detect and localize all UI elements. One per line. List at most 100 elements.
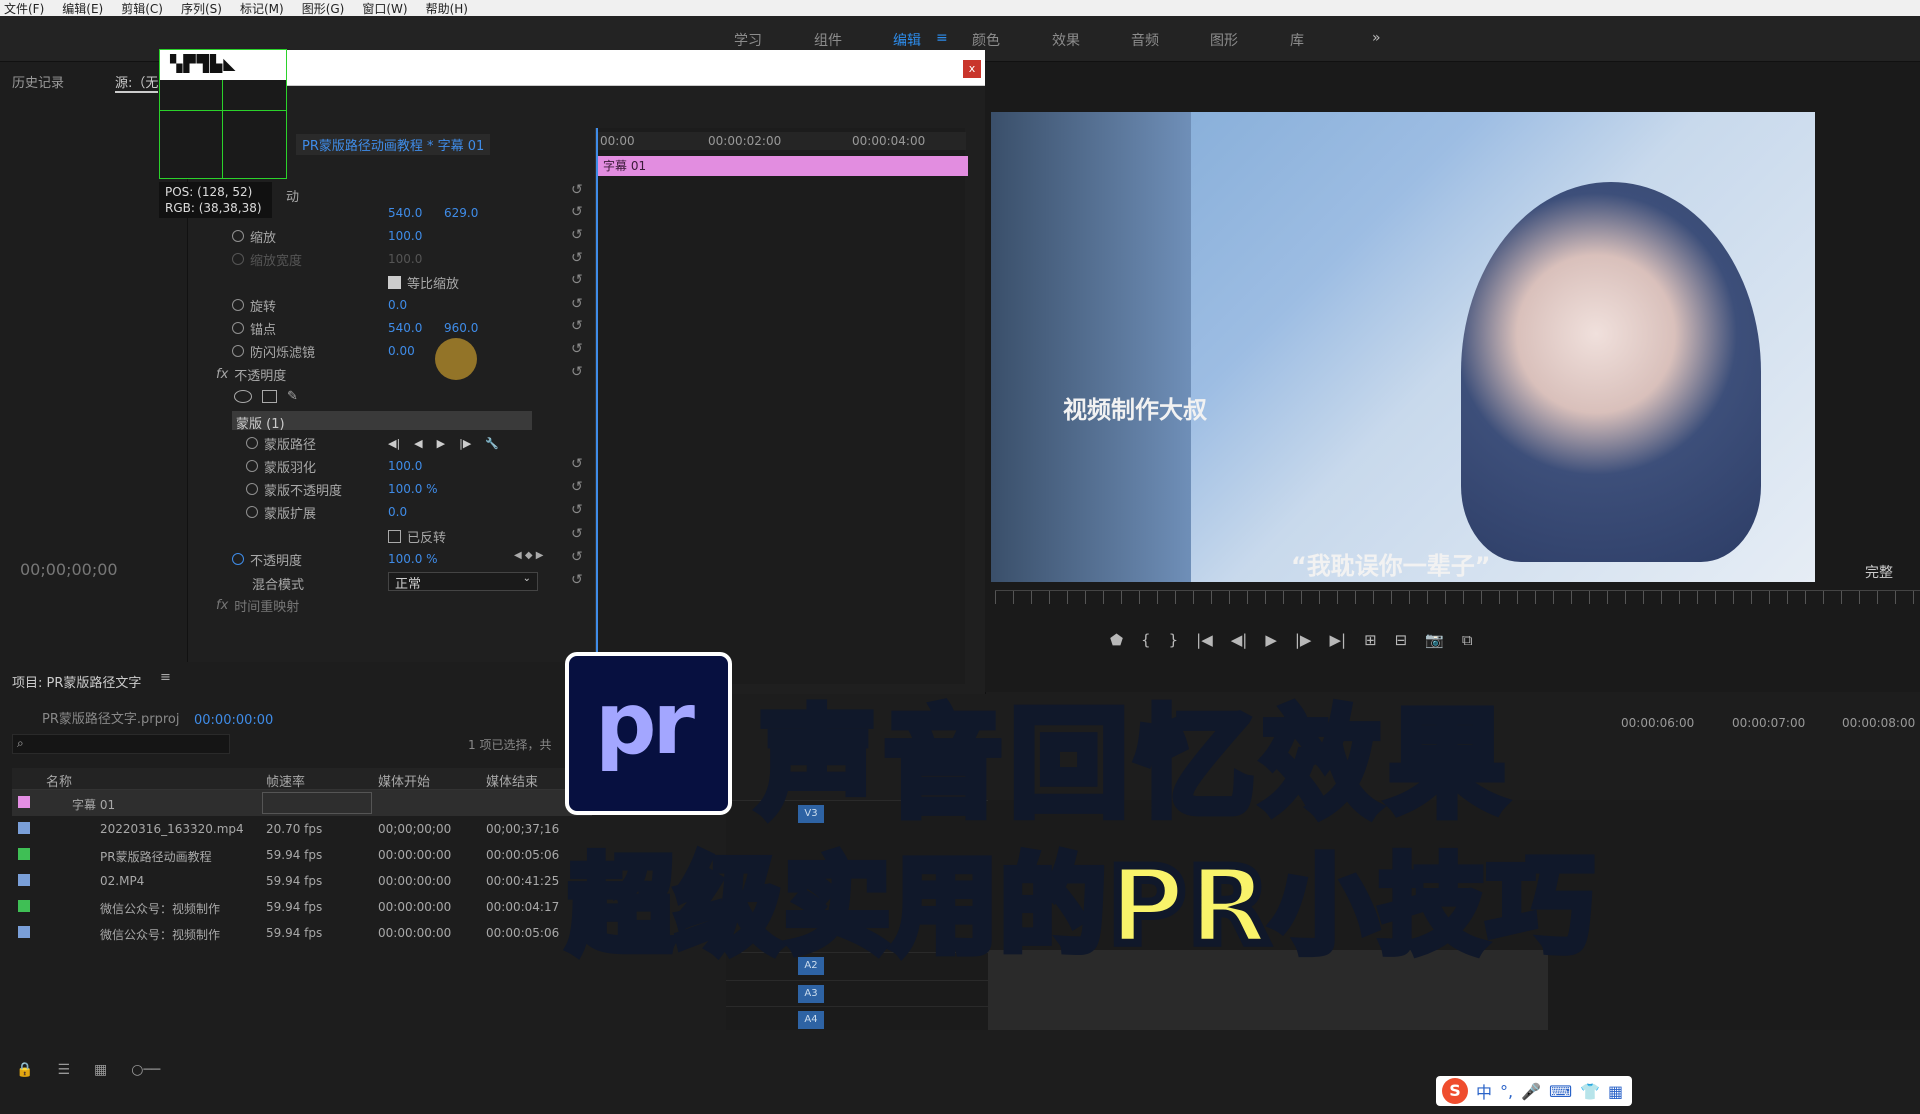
rectangle-mask-icon[interactable] bbox=[262, 389, 277, 403]
rotation-value[interactable]: 0.0 bbox=[388, 298, 407, 312]
reset-icon[interactable]: ↺ bbox=[571, 341, 583, 357]
mark-out-icon[interactable]: } bbox=[1169, 631, 1179, 649]
list-view-icon[interactable]: ☰ bbox=[57, 1062, 70, 1086]
col-start[interactable]: 媒体开始 bbox=[378, 771, 430, 790]
clip-bar[interactable]: 字幕 01 bbox=[598, 156, 968, 176]
menu-window[interactable]: 窗口(W) bbox=[362, 0, 407, 17]
stopwatch-icon[interactable] bbox=[246, 506, 258, 518]
stopwatch-icon[interactable] bbox=[232, 345, 244, 357]
menu-graphics[interactable]: 图形(G) bbox=[302, 0, 345, 17]
reset-icon[interactable]: ↺ bbox=[571, 204, 583, 220]
panel-menu-icon[interactable]: ≡ bbox=[160, 670, 171, 685]
toolbox-icon[interactable]: ▦ bbox=[1608, 1082, 1623, 1101]
step-back-icon[interactable]: ◀| bbox=[1231, 631, 1248, 649]
play-icon[interactable]: ▶ bbox=[1265, 631, 1277, 649]
sequence-label[interactable]: PR蒙版路径动画教程 * 字幕 01 bbox=[296, 134, 491, 155]
go-to-out-icon[interactable]: ▶| bbox=[1329, 631, 1346, 649]
stopwatch-icon[interactable] bbox=[246, 483, 258, 495]
col-end[interactable]: 媒体结束 bbox=[486, 771, 538, 790]
blend-mode-select[interactable]: 正常 ⌄ bbox=[388, 572, 538, 592]
program-ruler[interactable] bbox=[995, 590, 1920, 604]
project-tab[interactable]: 项目: PR蒙版路径文字 bbox=[12, 672, 141, 691]
inverted-checkbox[interactable] bbox=[388, 529, 401, 543]
workspace-more-icon[interactable]: » bbox=[1372, 30, 1381, 46]
video-frame[interactable]: 视频制作大叔 “我耽误你一辈子” bbox=[991, 112, 1815, 582]
workspace-libraries[interactable]: 库 bbox=[1290, 30, 1304, 50]
microphone-icon[interactable]: 🎤 bbox=[1521, 1082, 1541, 1101]
track-a3[interactable]: A3 bbox=[726, 980, 988, 1006]
table-row[interactable]: 微信公众号：视频制作 59.94 fps 00:00:00:00 00:00:0… bbox=[12, 920, 592, 946]
workspace-learn[interactable]: 学习 bbox=[734, 30, 762, 50]
playhead[interactable] bbox=[596, 128, 598, 684]
icon-view-icon[interactable]: ▦ bbox=[94, 1062, 107, 1086]
opacity-value[interactable]: 100.0 % bbox=[388, 552, 438, 566]
table-row[interactable]: 20220316_163320.mp4 20.70 fps 00;00;00;0… bbox=[12, 816, 592, 842]
history-tab[interactable]: 历史记录 bbox=[12, 72, 64, 91]
workspace-menu-icon[interactable]: ≡ bbox=[936, 30, 948, 46]
workspace-assembly[interactable]: 组件 bbox=[814, 30, 842, 50]
menu-edit[interactable]: 编辑(E) bbox=[62, 0, 103, 17]
track-forward-one-icon[interactable]: ▶ bbox=[437, 437, 445, 450]
workspace-effects[interactable]: 效果 bbox=[1052, 30, 1080, 50]
uniform-scale-checkbox[interactable] bbox=[388, 275, 401, 289]
zoom-slider-icon[interactable]: ○── bbox=[131, 1062, 160, 1086]
menu-file[interactable]: 文件(F) bbox=[4, 0, 44, 17]
stopwatch-icon[interactable] bbox=[246, 437, 258, 449]
anchor-x[interactable]: 540.0 bbox=[388, 321, 422, 335]
mask-opacity-value[interactable]: 100.0 % bbox=[388, 482, 438, 496]
ime-language[interactable]: 中 bbox=[1476, 1079, 1492, 1103]
workspace-graphics[interactable]: 图形 bbox=[1210, 30, 1238, 50]
reset-icon[interactable]: ↺ bbox=[571, 479, 583, 495]
reset-icon[interactable]: ↺ bbox=[571, 526, 583, 542]
punctuation-icon[interactable]: °, bbox=[1500, 1082, 1513, 1101]
reset-icon[interactable]: ↺ bbox=[571, 456, 583, 472]
reset-icon[interactable]: ↺ bbox=[571, 502, 583, 518]
mini-ruler[interactable]: 00:00 00:00:02:00 00:00:04:00 bbox=[596, 132, 966, 150]
menu-sequence[interactable]: 序列(S) bbox=[181, 0, 222, 17]
search-input[interactable]: ⌕ bbox=[12, 734, 230, 754]
reset-icon[interactable]: ↺ bbox=[571, 318, 583, 334]
lock-icon[interactable]: 🔒 bbox=[16, 1062, 33, 1086]
workspace-color[interactable]: 颜色 bbox=[972, 30, 1000, 50]
table-row[interactable]: PR蒙版路径动画教程 59.94 fps 00:00:00:00 00:00:0… bbox=[12, 842, 592, 868]
camera-icon[interactable]: 📷 bbox=[1425, 631, 1444, 649]
track-a4[interactable]: A4 bbox=[726, 1006, 988, 1032]
flicker-value[interactable]: 0.00 bbox=[388, 344, 415, 358]
reset-icon[interactable]: ↺ bbox=[571, 549, 583, 565]
close-icon[interactable]: x bbox=[963, 60, 981, 78]
fps-field[interactable] bbox=[262, 792, 372, 814]
menu-clip[interactable]: 剪辑(C) bbox=[121, 0, 163, 17]
sogou-icon[interactable]: S bbox=[1442, 1078, 1468, 1104]
fit-select[interactable]: 完整 bbox=[1865, 562, 1893, 582]
ellipse-mask-icon[interactable] bbox=[234, 389, 252, 403]
col-fps[interactable]: 帧速率 bbox=[266, 771, 305, 790]
workspace-audio[interactable]: 音频 bbox=[1131, 30, 1159, 50]
position-y[interactable]: 629.0 bbox=[444, 206, 478, 220]
stopwatch-icon[interactable] bbox=[232, 322, 244, 334]
workspace-editing[interactable]: 编辑 bbox=[893, 30, 921, 50]
reset-icon[interactable]: ↺ bbox=[571, 227, 583, 243]
lift-icon[interactable]: ⊞ bbox=[1364, 631, 1377, 649]
track-backward-icon[interactable]: ◀| bbox=[388, 437, 400, 450]
step-forward-icon[interactable]: |▶ bbox=[1295, 631, 1312, 649]
table-row[interactable]: 字幕 01 bbox=[12, 790, 592, 816]
table-row[interactable]: 微信公众号：视频制作 59.94 fps 00:00:00:00 00:00:0… bbox=[12, 894, 592, 920]
mask-feather-value[interactable]: 100.0 bbox=[388, 459, 422, 473]
go-to-in-icon[interactable]: |◀ bbox=[1196, 631, 1213, 649]
keyboard-icon[interactable]: ⌨ bbox=[1549, 1082, 1572, 1101]
stopwatch-icon[interactable] bbox=[246, 460, 258, 472]
extract-icon[interactable]: ⊟ bbox=[1395, 631, 1408, 649]
reset-icon[interactable]: ↺ bbox=[571, 296, 583, 312]
scale-value[interactable]: 100.0 bbox=[388, 229, 422, 243]
menu-help[interactable]: 帮助(H) bbox=[426, 0, 468, 17]
keyframe-nav-icon[interactable]: ◀ ◆ ▶ bbox=[514, 550, 543, 561]
stopwatch-icon[interactable] bbox=[232, 230, 244, 242]
position-x[interactable]: 540.0 bbox=[388, 206, 422, 220]
stopwatch-icon[interactable] bbox=[232, 553, 244, 565]
skin-icon[interactable]: 👕 bbox=[1580, 1082, 1600, 1101]
mask-label[interactable]: 蒙版 (1) bbox=[236, 413, 285, 432]
reset-icon[interactable]: ↺ bbox=[571, 272, 583, 288]
reset-icon[interactable]: ↺ bbox=[571, 250, 583, 266]
reset-icon[interactable]: ↺ bbox=[571, 572, 583, 588]
table-row[interactable]: 02.MP4 59.94 fps 00:00:00:00 00:00:41:25 bbox=[12, 868, 592, 894]
